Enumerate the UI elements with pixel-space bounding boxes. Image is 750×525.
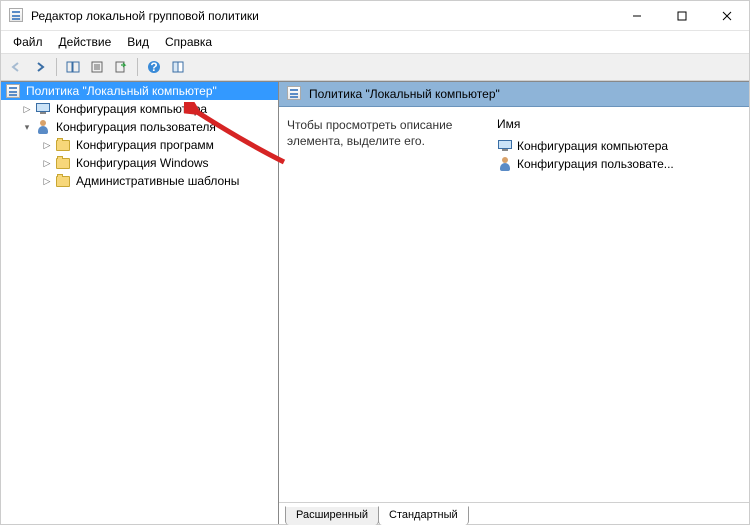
gpedit-window: Редактор локальной групповой политики Фа… (0, 0, 750, 525)
svg-text:?: ? (150, 60, 157, 74)
nav-forward-button[interactable] (29, 56, 51, 78)
bottom-tabs: Расширенный Стандартный (279, 502, 749, 524)
tab-extended[interactable]: Расширенный (285, 506, 379, 525)
titlebar: Редактор локальной групповой политики (1, 1, 749, 31)
expand-icon[interactable]: ▷ (41, 175, 53, 187)
show-hide-tree-button[interactable] (62, 56, 84, 78)
app-icon (9, 8, 25, 24)
tree-node-label: Административные шаблоны (74, 173, 241, 189)
description-text: Чтобы просмотреть описание элемента, выд… (287, 117, 487, 149)
window-controls (614, 1, 749, 30)
computer-icon (497, 138, 513, 154)
computer-icon (35, 101, 51, 117)
list-item-user-config[interactable]: Конфигурация пользовате... (495, 155, 741, 173)
tree-computer-config[interactable]: ▷ Конфигурация компьютера (1, 100, 278, 118)
user-icon (497, 156, 513, 172)
folder-icon (55, 155, 71, 171)
expand-icon[interactable]: ▷ (41, 139, 53, 151)
list-column: Имя Конфигурация компьютера Конфигурация… (495, 117, 741, 502)
maximize-button[interactable] (659, 1, 704, 30)
tree-software-config[interactable]: ▷ Конфигурация программ (1, 136, 278, 154)
minimize-button[interactable] (614, 1, 659, 30)
folder-icon (55, 137, 71, 153)
export-button[interactable] (110, 56, 132, 78)
menu-file[interactable]: Файл (5, 33, 51, 51)
help-button[interactable]: ? (143, 56, 165, 78)
list-item-computer-config[interactable]: Конфигурация компьютера (495, 137, 741, 155)
collapse-icon[interactable]: ▾ (21, 121, 33, 133)
expand-icon[interactable]: ▷ (41, 157, 53, 169)
nav-back-button[interactable] (5, 56, 27, 78)
menu-view[interactable]: Вид (119, 33, 157, 51)
tree-node-label: Конфигурация программ (74, 137, 216, 153)
main-body: Чтобы просмотреть описание элемента, выд… (279, 107, 749, 502)
tree-root-policy[interactable]: Политика "Локальный компьютер" (1, 82, 278, 100)
tree-user-config[interactable]: ▾ Конфигурация пользователя (1, 118, 278, 136)
tree-pane[interactable]: Политика "Локальный компьютер" ▷ Конфигу… (1, 82, 279, 524)
folder-icon (55, 173, 71, 189)
tree-node-label: Конфигурация пользователя (54, 119, 218, 135)
tab-standard[interactable]: Стандартный (378, 506, 469, 525)
content-area: Политика "Локальный компьютер" ▷ Конфигу… (1, 81, 749, 524)
tree-node-label: Конфигурация компьютера (54, 101, 209, 117)
list-item-label: Конфигурация пользовате... (517, 157, 674, 171)
toolbar: ? (1, 53, 749, 81)
window-title: Редактор локальной групповой политики (31, 9, 614, 23)
list-item-label: Конфигурация компьютера (517, 139, 668, 153)
close-button[interactable] (704, 1, 749, 30)
expand-icon[interactable]: ▷ (21, 103, 33, 115)
policy-icon (287, 86, 303, 102)
tree-admin-templates[interactable]: ▷ Административные шаблоны (1, 172, 278, 190)
tree-root-label: Политика "Локальный компьютер" (24, 83, 219, 99)
main-pane: Политика "Локальный компьютер" Чтобы про… (279, 82, 749, 524)
menu-action[interactable]: Действие (51, 33, 120, 51)
user-icon (35, 119, 51, 135)
properties-button[interactable] (86, 56, 108, 78)
toolbar-separator (56, 58, 57, 76)
menu-help[interactable]: Справка (157, 33, 220, 51)
filter-button[interactable] (167, 56, 189, 78)
main-header: Политика "Локальный компьютер" (279, 82, 749, 107)
main-header-title: Политика "Локальный компьютер" (309, 87, 500, 101)
toolbar-separator (137, 58, 138, 76)
tree-node-label: Конфигурация Windows (74, 155, 211, 171)
list-column-header[interactable]: Имя (495, 117, 741, 137)
tree-windows-config[interactable]: ▷ Конфигурация Windows (1, 154, 278, 172)
menubar: Файл Действие Вид Справка (1, 31, 749, 53)
description-column: Чтобы просмотреть описание элемента, выд… (287, 117, 487, 502)
policy-icon (5, 83, 21, 99)
